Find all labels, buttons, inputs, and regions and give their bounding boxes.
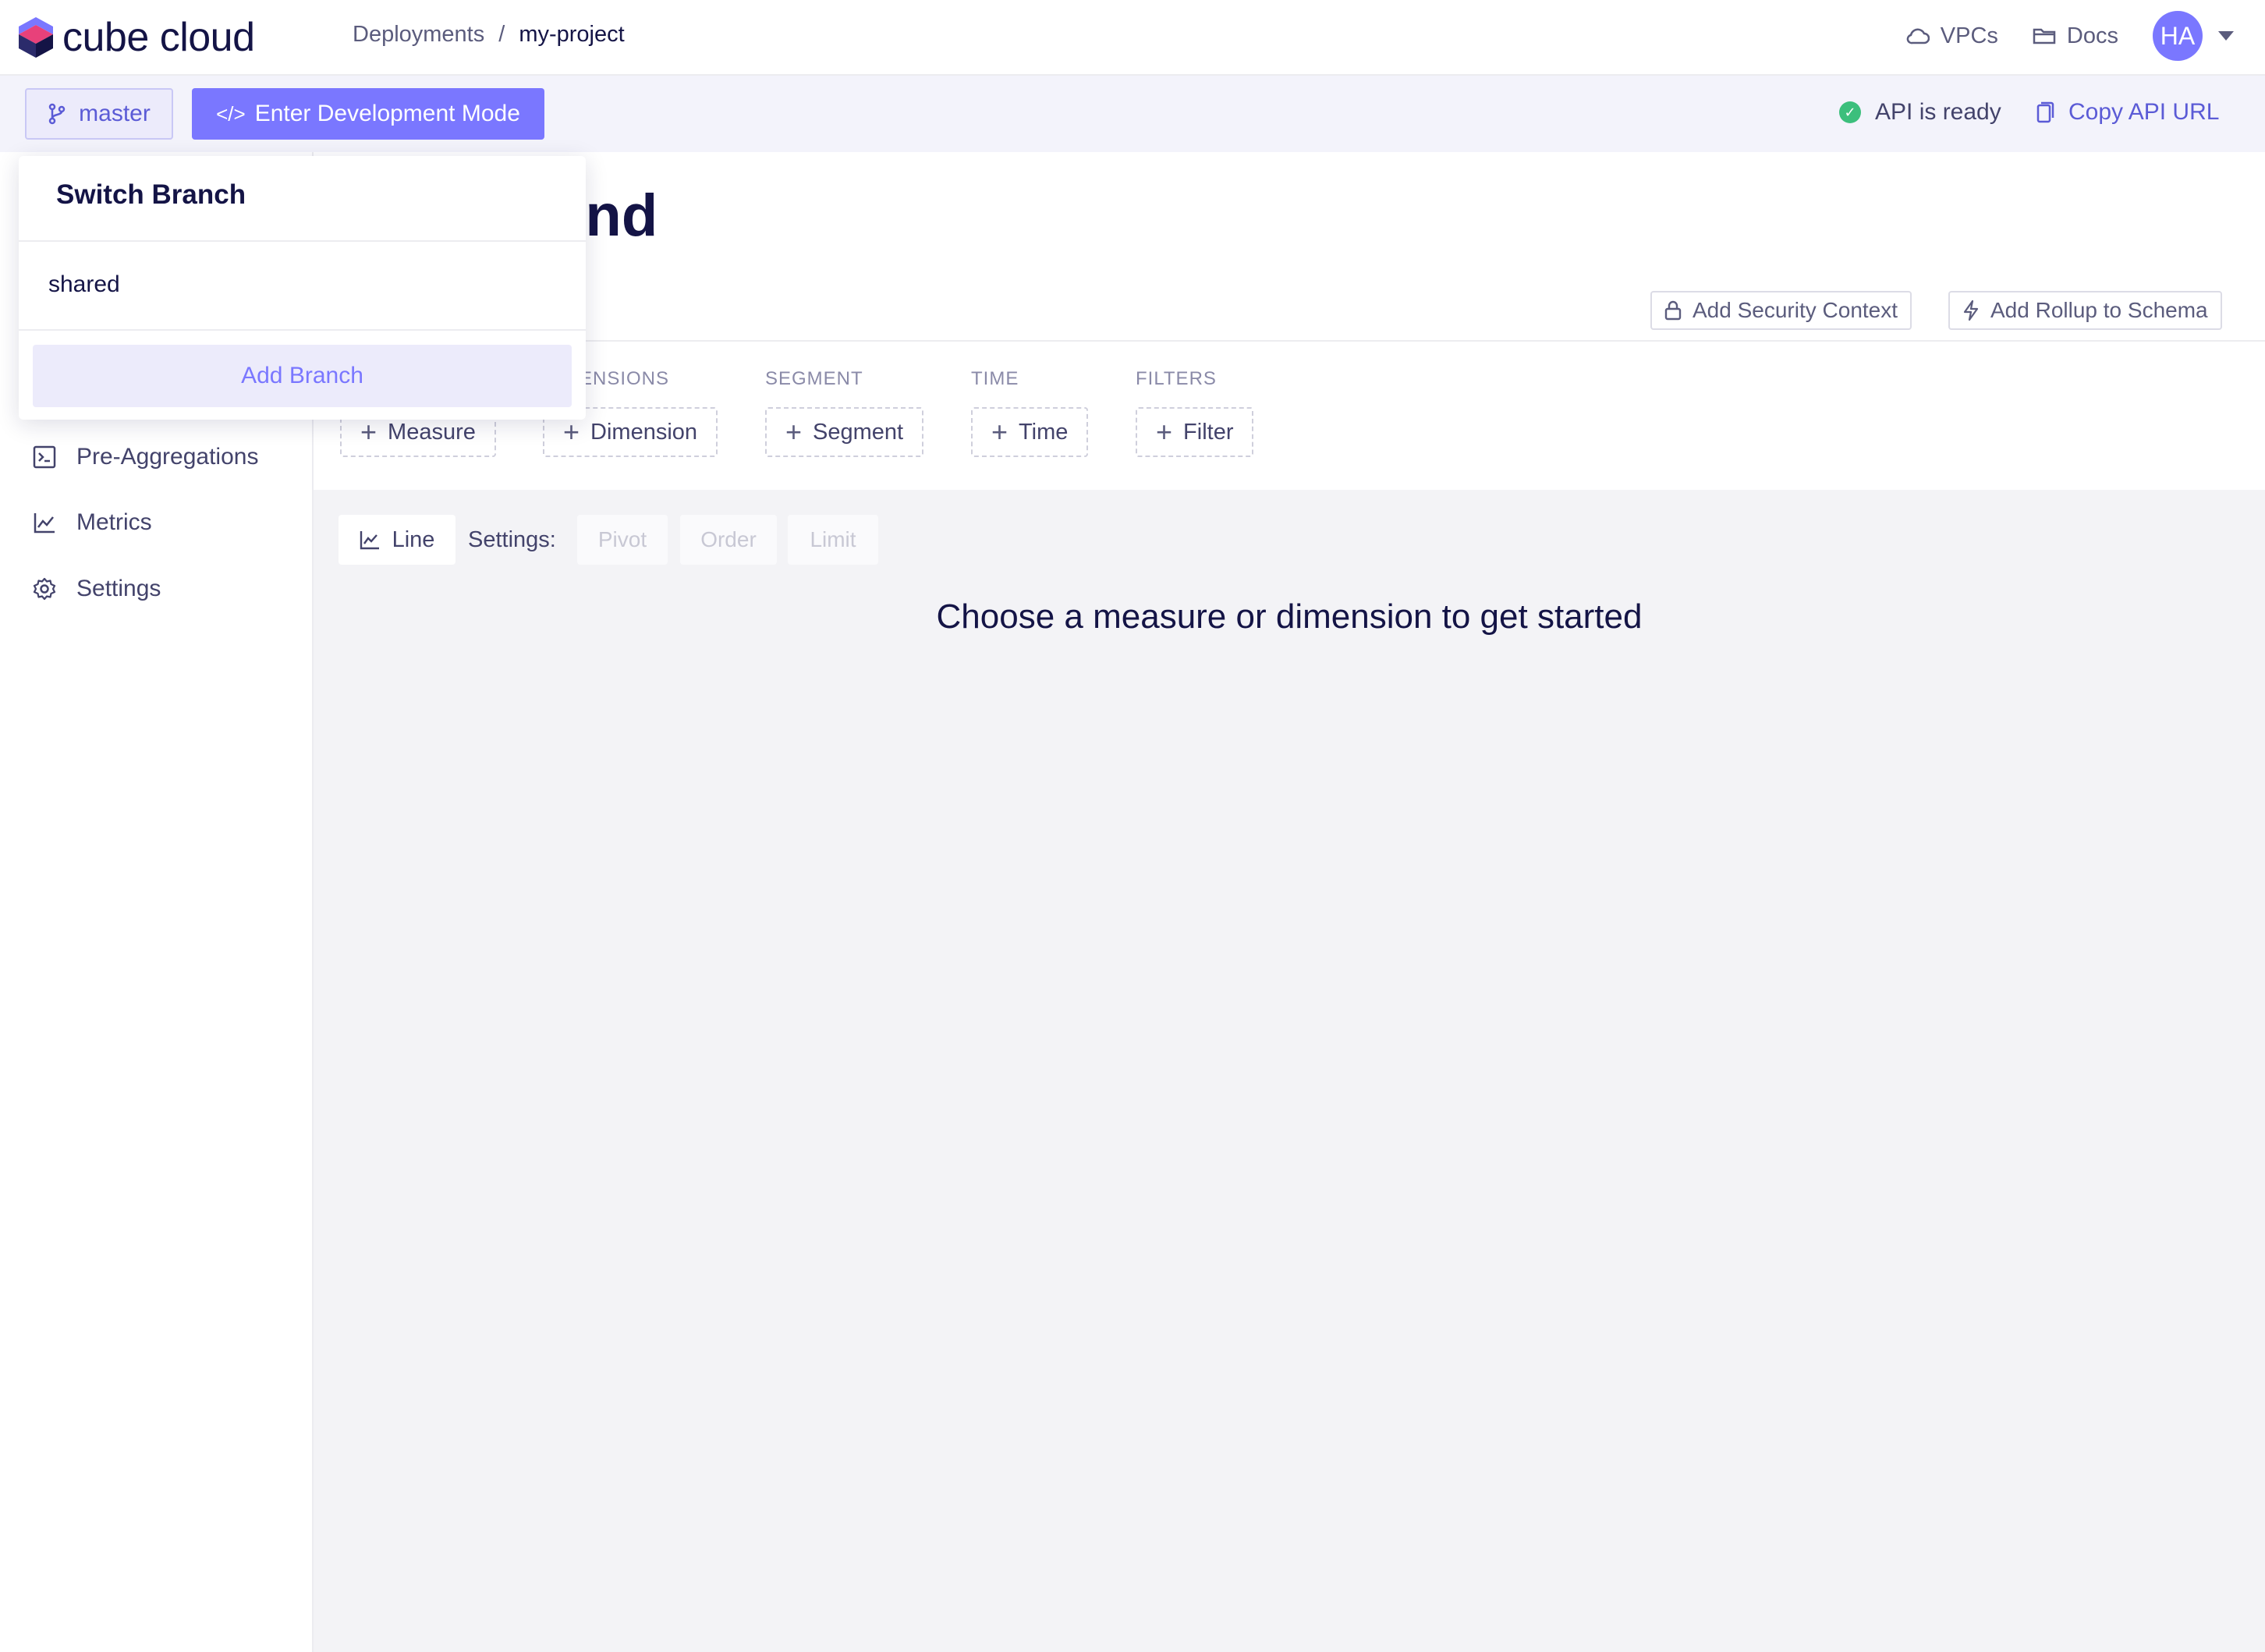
- add-measure-label: Measure: [388, 419, 476, 445]
- breadcrumb: Deployments / my-project: [353, 22, 625, 48]
- plus-icon: +: [991, 416, 1008, 448]
- sidebar-item-label: Metrics: [76, 509, 152, 535]
- sidebar-item-label: Pre-Aggregations: [76, 444, 259, 470]
- dimensions-section-label: ENSIONS: [580, 368, 670, 389]
- plus-icon: +: [360, 416, 378, 448]
- code-icon: </>: [216, 101, 246, 126]
- breadcrumb-deployments[interactable]: Deployments: [353, 22, 484, 48]
- branch-switch-button[interactable]: master: [25, 88, 173, 140]
- sub-bar: master </> Enter Development Mode ✓ API …: [0, 76, 2265, 152]
- add-filter-button[interactable]: + Filter: [1136, 407, 1254, 457]
- add-segment-button[interactable]: + Segment: [765, 407, 924, 457]
- chart-line-icon: [34, 513, 55, 534]
- top-right-nav: VPCs Docs HA: [1906, 11, 2234, 61]
- main-header: und Add Security Context Add Rollup to S…: [314, 152, 2265, 342]
- sidebar-item-label: Settings: [76, 576, 161, 601]
- plus-icon: +: [563, 416, 580, 448]
- add-security-context-button[interactable]: Add Security Context: [1650, 291, 1912, 330]
- dropdown-title: Switch Branch: [56, 179, 246, 210]
- time-section-label: TIME: [971, 368, 1019, 389]
- switch-branch-dropdown: Switch Branch shared Add Branch: [19, 156, 586, 420]
- copy-api-label: Copy API URL: [2068, 99, 2220, 125]
- docs-label: Docs: [2066, 23, 2118, 48]
- chevron-down-icon[interactable]: [2218, 31, 2234, 41]
- logo[interactable]: cube cloud: [17, 14, 255, 61]
- plus-icon: +: [1156, 416, 1173, 448]
- breadcrumb-current[interactable]: my-project: [519, 22, 624, 48]
- results-canvas: Line Settings: Pivot Order Limit Choose …: [314, 490, 2265, 1652]
- breadcrumb-separator: /: [498, 22, 505, 47]
- add-rollup-button[interactable]: Add Rollup to Schema: [1948, 291, 2222, 330]
- settings-label: Settings:: [468, 527, 556, 552]
- divider: [19, 329, 586, 331]
- add-time-label: Time: [1019, 419, 1069, 445]
- cloud-icon: [1906, 28, 1930, 44]
- add-filter-label: Filter: [1183, 419, 1234, 445]
- add-security-context-label: Add Security Context: [1693, 298, 1898, 322]
- git-branch-icon: [48, 103, 66, 125]
- enter-development-mode-button[interactable]: </> Enter Development Mode: [192, 88, 544, 140]
- avatar[interactable]: HA: [2153, 11, 2203, 61]
- add-time-button[interactable]: + Time: [971, 407, 1089, 457]
- logo-text: cube cloud: [62, 15, 255, 60]
- check-circle-icon: ✓: [1839, 101, 1861, 123]
- vpcs-label: VPCs: [1940, 23, 1998, 48]
- api-status: ✓ API is ready: [1839, 99, 2001, 126]
- dev-mode-label: Enter Development Mode: [254, 101, 520, 126]
- folder-icon: [2033, 28, 2056, 44]
- query-builder: ENSIONS SEGMENT TIME FILTERS + Measure +…: [314, 343, 2265, 490]
- plus-icon: +: [785, 416, 803, 448]
- chart-line-icon: [360, 531, 379, 550]
- branch-label: master: [79, 101, 151, 126]
- sidebar-item-metrics[interactable]: Metrics: [33, 509, 152, 536]
- branch-option-shared[interactable]: shared: [48, 271, 120, 298]
- limit-button[interactable]: Limit: [788, 515, 878, 565]
- chart-type-label: Line: [392, 526, 435, 552]
- vpcs-link[interactable]: VPCs: [1906, 23, 1998, 49]
- add-dimension-label: Dimension: [590, 419, 698, 445]
- lock-icon: [1664, 300, 1682, 321]
- api-status-text: API is ready: [1875, 99, 2001, 125]
- segment-section-label: SEGMENT: [765, 368, 863, 389]
- sidebar-item-settings[interactable]: Settings: [33, 576, 161, 602]
- docs-link[interactable]: Docs: [2033, 23, 2118, 49]
- terminal-icon: [33, 445, 56, 469]
- filters-section-label: FILTERS: [1136, 368, 1217, 389]
- lightning-icon: [1963, 300, 1979, 321]
- empty-state-message: Choose a measure or dimension to get sta…: [936, 597, 1643, 636]
- chart-type-button[interactable]: Line: [339, 515, 455, 565]
- pivot-button[interactable]: Pivot: [577, 515, 668, 565]
- divider: [19, 240, 586, 242]
- order-button[interactable]: Order: [680, 515, 777, 565]
- gear-icon: [33, 577, 56, 601]
- copy-icon: [2036, 101, 2054, 123]
- add-segment-label: Segment: [813, 419, 904, 445]
- cube-logo-icon: [19, 17, 53, 58]
- copy-api-url-button[interactable]: Copy API URL: [2036, 99, 2219, 126]
- top-bar: cube cloud Deployments / my-project VPCs…: [0, 0, 2265, 76]
- sidebar-item-pre-aggregations[interactable]: Pre-Aggregations: [33, 444, 258, 470]
- add-rollup-label: Add Rollup to Schema: [1990, 298, 2208, 322]
- add-branch-button[interactable]: Add Branch: [33, 345, 572, 407]
